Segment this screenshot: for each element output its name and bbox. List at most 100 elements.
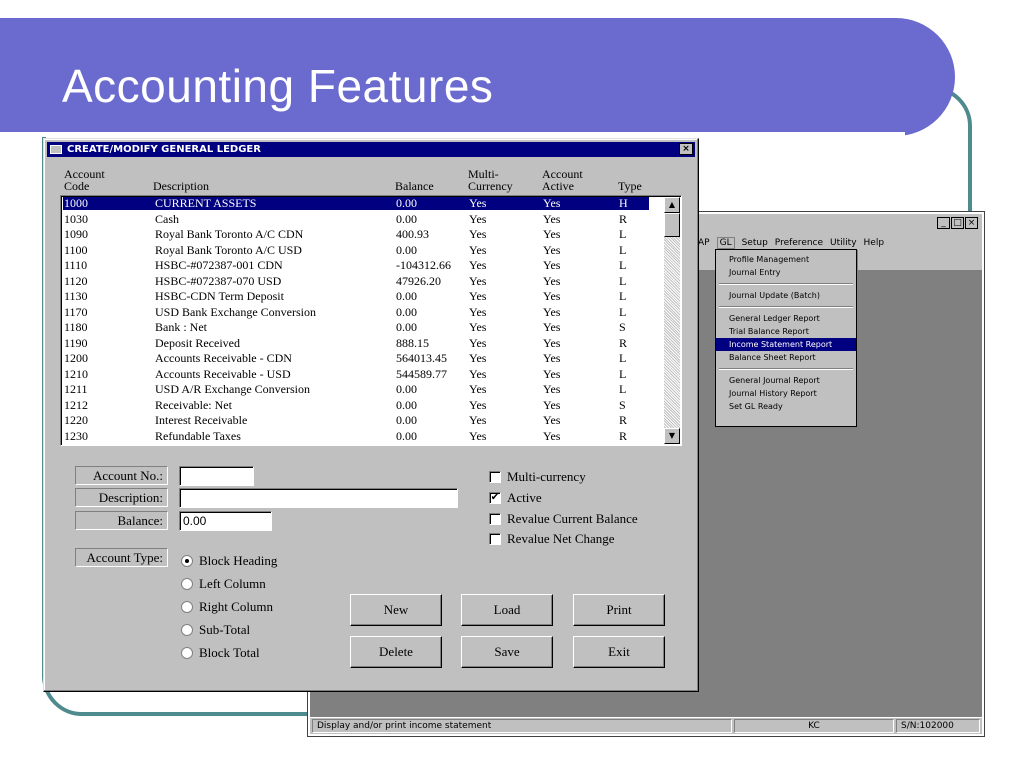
radio-dot[interactable] bbox=[181, 578, 193, 590]
radio-dot[interactable] bbox=[181, 624, 193, 636]
table-row[interactable]: 1180 Bank : Net 0.00 Yes Yes S bbox=[63, 321, 649, 334]
menu-item-profile-management[interactable]: Profile Management bbox=[716, 253, 856, 266]
checkbox-box[interactable]: ✔ bbox=[489, 492, 501, 504]
minimize-button[interactable]: _ bbox=[937, 217, 950, 229]
radio-block-total[interactable]: Block Total bbox=[181, 645, 260, 661]
table-row[interactable]: 1212 Receivable: Net 0.00 Yes Yes S bbox=[63, 399, 649, 412]
table-row[interactable]: 1230 Refundable Taxes 0.00 Yes Yes R bbox=[63, 430, 649, 443]
account-code-cell: 1212 bbox=[64, 397, 88, 412]
table-row[interactable]: 1120 HSBC-#072387-070 USD 47926.20 Yes Yes L bbox=[63, 275, 649, 288]
menu-separator bbox=[719, 283, 853, 285]
radio-dot[interactable] bbox=[181, 555, 193, 567]
table-row[interactable]: 1110 HSBC-#072387-001 CDN -104312.66 Yes Yes… bbox=[63, 259, 649, 272]
menu-help[interactable]: Help bbox=[864, 238, 885, 248]
delete-button[interactable]: Delete bbox=[350, 636, 442, 668]
account-list[interactable]: 1000 CURRENT ASSETS 0.00 Yes Yes H 1030 Cash 0.0… bbox=[60, 195, 682, 446]
menu-item-journal-history-report[interactable]: Journal History Report bbox=[716, 387, 856, 400]
balance-cell: 0.00 bbox=[396, 320, 417, 334]
menu-item-journal-update[interactable]: Journal Update (Batch) bbox=[716, 289, 856, 302]
account-active-cell: Yes bbox=[543, 273, 561, 288]
revalue-current-balance-checkbox[interactable]: Revalue Current Balance bbox=[489, 511, 638, 527]
multi-currency-cell: Yes bbox=[469, 428, 487, 443]
maximize-button[interactable]: □ bbox=[951, 217, 964, 229]
menu-item-general-journal-report[interactable]: General Journal Report bbox=[716, 374, 856, 387]
table-row[interactable]: 1211 USD A/R Exchange Conversion 0.00 Yes Ye… bbox=[63, 383, 649, 396]
table-row[interactable]: 1100 Royal Bank Toronto A/C USD 0.00 Yes Yes… bbox=[63, 244, 649, 257]
menu-separator bbox=[719, 368, 853, 370]
multi-currency-cell: Yes bbox=[469, 211, 487, 226]
table-row[interactable]: 1130 HSBC-CDN Term Deposit 0.00 Yes Yes L bbox=[63, 290, 649, 303]
type-cell: L bbox=[619, 258, 627, 272]
multi-currency-cell: Yes bbox=[469, 196, 487, 210]
checkbox-box[interactable] bbox=[489, 471, 501, 483]
account-active-cell: Yes bbox=[543, 320, 561, 334]
account-no-input[interactable] bbox=[179, 466, 254, 486]
table-row[interactable]: 1030 Cash 0.00 Yes Yes R bbox=[63, 213, 649, 226]
menu-item-trial-balance-report[interactable]: Trial Balance Report bbox=[716, 325, 856, 338]
table-row[interactable]: 1220 Interest Receivable 0.00 Yes Yes R bbox=[63, 414, 649, 427]
account-code-cell: 1090 bbox=[64, 227, 88, 241]
table-row[interactable]: 1210 Accounts Receivable - USD 544589.77 Ye… bbox=[63, 368, 649, 381]
account-active-cell: Yes bbox=[543, 196, 561, 210]
account-code-cell: 1220 bbox=[64, 413, 88, 427]
balance-cell: 0.00 bbox=[396, 211, 417, 226]
radio-right-column[interactable]: Right Column bbox=[181, 599, 273, 615]
account-code-cell: 1200 bbox=[64, 351, 88, 365]
exit-button[interactable]: Exit bbox=[573, 636, 665, 668]
balance-cell: 47926.20 bbox=[396, 273, 441, 288]
print-button[interactable]: Print bbox=[573, 594, 665, 626]
checkbox-box[interactable] bbox=[489, 513, 501, 525]
description-cell: Accounts Receivable - CDN bbox=[155, 351, 292, 365]
menu-item-journal-entry[interactable]: Journal Entry bbox=[716, 266, 856, 279]
description-cell: Interest Receivable bbox=[155, 413, 248, 427]
type-cell: L bbox=[619, 304, 627, 319]
menu-item-general-ledger-report[interactable]: General Ledger Report bbox=[716, 312, 856, 325]
save-button[interactable]: Save bbox=[461, 636, 553, 668]
active-checkbox[interactable]: ✔ Active bbox=[489, 490, 542, 506]
close-button[interactable]: × bbox=[965, 217, 978, 229]
status-message: Display and/or print income statement bbox=[312, 719, 732, 733]
status-user: KC bbox=[734, 719, 894, 733]
list-scrollbar[interactable]: ▲ ▼ bbox=[664, 197, 680, 444]
menu-utility[interactable]: Utility bbox=[830, 238, 856, 248]
new-button[interactable]: New bbox=[350, 594, 442, 626]
table-row[interactable]: 1190 Deposit Received 888.15 Yes Yes R bbox=[63, 337, 649, 350]
radio-dot[interactable] bbox=[181, 601, 193, 613]
balance-label: Balance: bbox=[75, 511, 168, 530]
checkbox-box[interactable] bbox=[489, 533, 501, 545]
radio-label: Block Heading bbox=[199, 553, 278, 568]
menu-gl[interactable]: GL bbox=[716, 237, 735, 249]
status-serial: S/N:102000 bbox=[896, 719, 980, 733]
checkbox-label: Revalue Net Change bbox=[507, 531, 615, 546]
menu-item-balance-sheet-report[interactable]: Balance Sheet Report bbox=[716, 351, 856, 364]
table-row[interactable]: 1000 CURRENT ASSETS 0.00 Yes Yes H bbox=[63, 197, 649, 210]
account-code-cell: 1030 bbox=[64, 211, 88, 226]
menu-item-income-statement-report[interactable]: Income Statement Report bbox=[716, 338, 856, 351]
radio-dot[interactable] bbox=[181, 647, 193, 659]
account-code-cell: 1210 bbox=[64, 366, 88, 381]
menu-setup[interactable]: Setup bbox=[742, 238, 768, 248]
scroll-down-button[interactable]: ▼ bbox=[664, 428, 680, 444]
menu-ap[interactable]: AP bbox=[698, 238, 710, 248]
description-cell: Receivable: Net bbox=[155, 397, 232, 412]
load-button[interactable]: Load bbox=[461, 594, 553, 626]
dialog-close-button[interactable]: × bbox=[679, 143, 693, 155]
account-active-cell: Yes bbox=[543, 413, 561, 427]
radio-left-column[interactable]: Left Column bbox=[181, 576, 266, 592]
balance-input[interactable]: 0.00 bbox=[179, 511, 272, 531]
scroll-up-button[interactable]: ▲ bbox=[664, 197, 680, 213]
table-row[interactable]: 1090 Royal Bank Toronto A/C CDN 400.93 Yes Y… bbox=[63, 228, 649, 241]
radio-block-heading[interactable]: Block Heading bbox=[181, 553, 277, 569]
window-menu-icon[interactable] bbox=[50, 145, 62, 154]
multi-currency-checkbox[interactable]: Multi-currency bbox=[489, 469, 586, 485]
header-type: Type bbox=[618, 179, 642, 193]
description-input[interactable] bbox=[179, 488, 458, 508]
menu-preference[interactable]: Preference bbox=[775, 238, 823, 248]
revalue-net-change-checkbox[interactable]: Revalue Net Change bbox=[489, 531, 615, 547]
radio-sub-total[interactable]: Sub-Total bbox=[181, 622, 250, 638]
table-row[interactable]: 1170 USD Bank Exchange Conversion 0.00 Yes Y… bbox=[63, 306, 649, 319]
table-row[interactable]: 1200 Accounts Receivable - CDN 564013.45 Ye… bbox=[63, 352, 649, 365]
menu-item-set-gl-ready[interactable]: Set GL Ready bbox=[716, 400, 856, 413]
multi-currency-cell: Yes bbox=[469, 227, 487, 241]
scroll-thumb[interactable] bbox=[664, 213, 680, 237]
